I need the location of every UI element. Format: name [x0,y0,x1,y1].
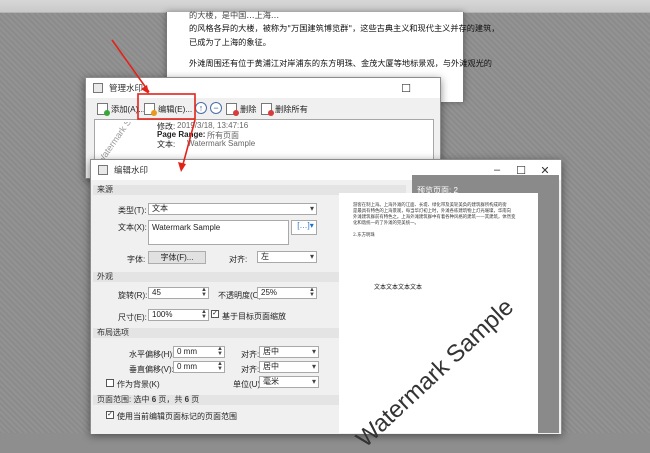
h-align-label: 对齐: [241,350,260,359]
edit-dialog-title: 编辑水印 [114,165,149,175]
preview-subheading: 2.东方明珠 [353,233,375,238]
delete-all-icon [261,102,274,116]
align-select[interactable]: 左 [257,251,317,263]
document-line: 的风格各异的大楼，被称为"万国建筑博览群"，这些古典主义和现代主义并存的建筑， [189,23,500,33]
preview-body-text: 文本文本文本文本 [374,284,423,291]
v-align-select[interactable]: 居中 [259,361,319,373]
text-label: 文本(X): [118,223,147,232]
v-offset-label: 垂直偏移(V): [129,365,174,374]
relative-scale-checkbox[interactable]: ✓ [211,310,219,318]
document-line: 已成为了上海的象征。 [189,37,271,47]
spinner-icon[interactable]: ▲ ▼ [217,347,223,357]
v-align-label: 对齐: [241,365,260,374]
preview-text-line: 化和谐统一的了外滩的完美统一。 [353,221,419,226]
spinner-icon[interactable]: ▲ ▼ [201,310,207,320]
font-label: 字体: [127,255,146,264]
manage-dialog-titlebar: 管理水印 ☐ [86,78,440,98]
type-select[interactable]: 文本 [148,203,317,215]
edit-button[interactable]: 编辑(E)... [141,100,195,117]
opacity-field[interactable]: 25% ▲ ▼ [257,287,317,299]
maximize-icon[interactable]: ☐ [394,78,418,98]
move-down-icon[interactable]: − [210,102,222,114]
v-offset-field[interactable]: 0 mm ▲ ▼ [173,361,225,373]
manage-dialog-title: 管理水印 [109,83,144,93]
spinner-icon[interactable]: ▲ ▼ [217,362,223,372]
unit-label: 单位(U): [233,380,263,389]
preview-page: 游客在制上海。上海外滩的江面、长堤、绿化带及美轮美奂的建筑群所构成的街 是最具有… [339,193,538,453]
page-range-selected: 6 [151,395,157,404]
edit-button-label: 编辑(E)... [158,104,193,114]
add-button[interactable]: 添加(A)... [94,100,148,117]
move-up-icon[interactable]: ↑ [195,102,207,114]
background-label: 作为背景(K) [117,380,160,389]
h-align-select[interactable]: 居中 [259,346,319,358]
scale-field[interactable]: 100% ▲ ▼ [148,309,209,321]
text-value: Watermark Sample [187,139,256,148]
align-label: 对齐: [229,255,248,264]
background-checkbox[interactable] [106,379,114,387]
delete-all-button[interactable]: 删除所有 [258,100,311,117]
unit-select[interactable]: 毫米 [259,376,319,388]
document-line: 外滩周围还有位于黄浦江对岸浦东的东方明珠、金茂大厦等地标景观，与外滩观光的 [189,58,492,68]
rotation-value: 45 [152,288,161,297]
modified-value: 2019/3/18, 13:47:16 [177,121,249,130]
rotation-field[interactable]: 45 ▲ ▼ [148,287,209,299]
add-watermark-icon [97,102,110,116]
h-offset-field[interactable]: 0 mm ▲ ▼ [173,346,225,358]
app-icon [93,83,103,93]
h-offset-value: 0 mm [177,347,197,356]
opacity-value: 25% [261,288,278,297]
h-offset-label: 水平偏移(H): [129,350,175,359]
add-button-label: 添加(A)... [111,104,146,114]
insert-field-icon[interactable]: […]▾ [291,220,317,235]
delete-button-label: 删除 [240,104,257,114]
text-label: 文本: [157,140,176,149]
watermark-text-input[interactable]: Watermark Sample [148,220,289,245]
document-line-partial: 的大楼，是中国…上海… [189,10,280,20]
delete-button[interactable]: 删除 [223,100,259,117]
v-offset-value: 0 mm [177,362,197,371]
preview-watermark: Watermark Sample [351,293,519,453]
use-current-range-label: 使用当前编辑页面标记的页面范围 [117,412,237,421]
app-icon [98,165,108,175]
relative-scale-label: 基于目标页面缩放 [222,312,286,321]
page-range-suffix: 页 [191,395,200,404]
spinner-icon[interactable]: ▲ ▼ [309,288,315,298]
scale-label: 尺寸(E): [118,313,147,322]
scale-value: 100% [152,310,173,319]
use-current-range-checkbox[interactable]: ✓ [106,411,114,419]
spinner-icon[interactable]: ▲ ▼ [201,288,207,298]
delete-all-button-label: 删除所有 [275,104,308,114]
manage-toolbar: 添加(A)... 编辑(E)... ↑ − 删除 删除所有 [86,98,440,119]
page-range-middle: 页，共 [158,395,183,404]
page-range-prefix: 页面范围: 选中 [97,395,150,404]
font-button[interactable]: 字体(F)... [148,251,206,264]
edit-watermark-icon [144,102,157,116]
rotation-label: 旋转(R): [118,291,148,300]
type-label: 类型(T): [118,206,147,215]
delete-icon [226,102,239,116]
page-range-total: 6 [184,395,190,404]
page-range-label: Page Range: [157,130,206,139]
